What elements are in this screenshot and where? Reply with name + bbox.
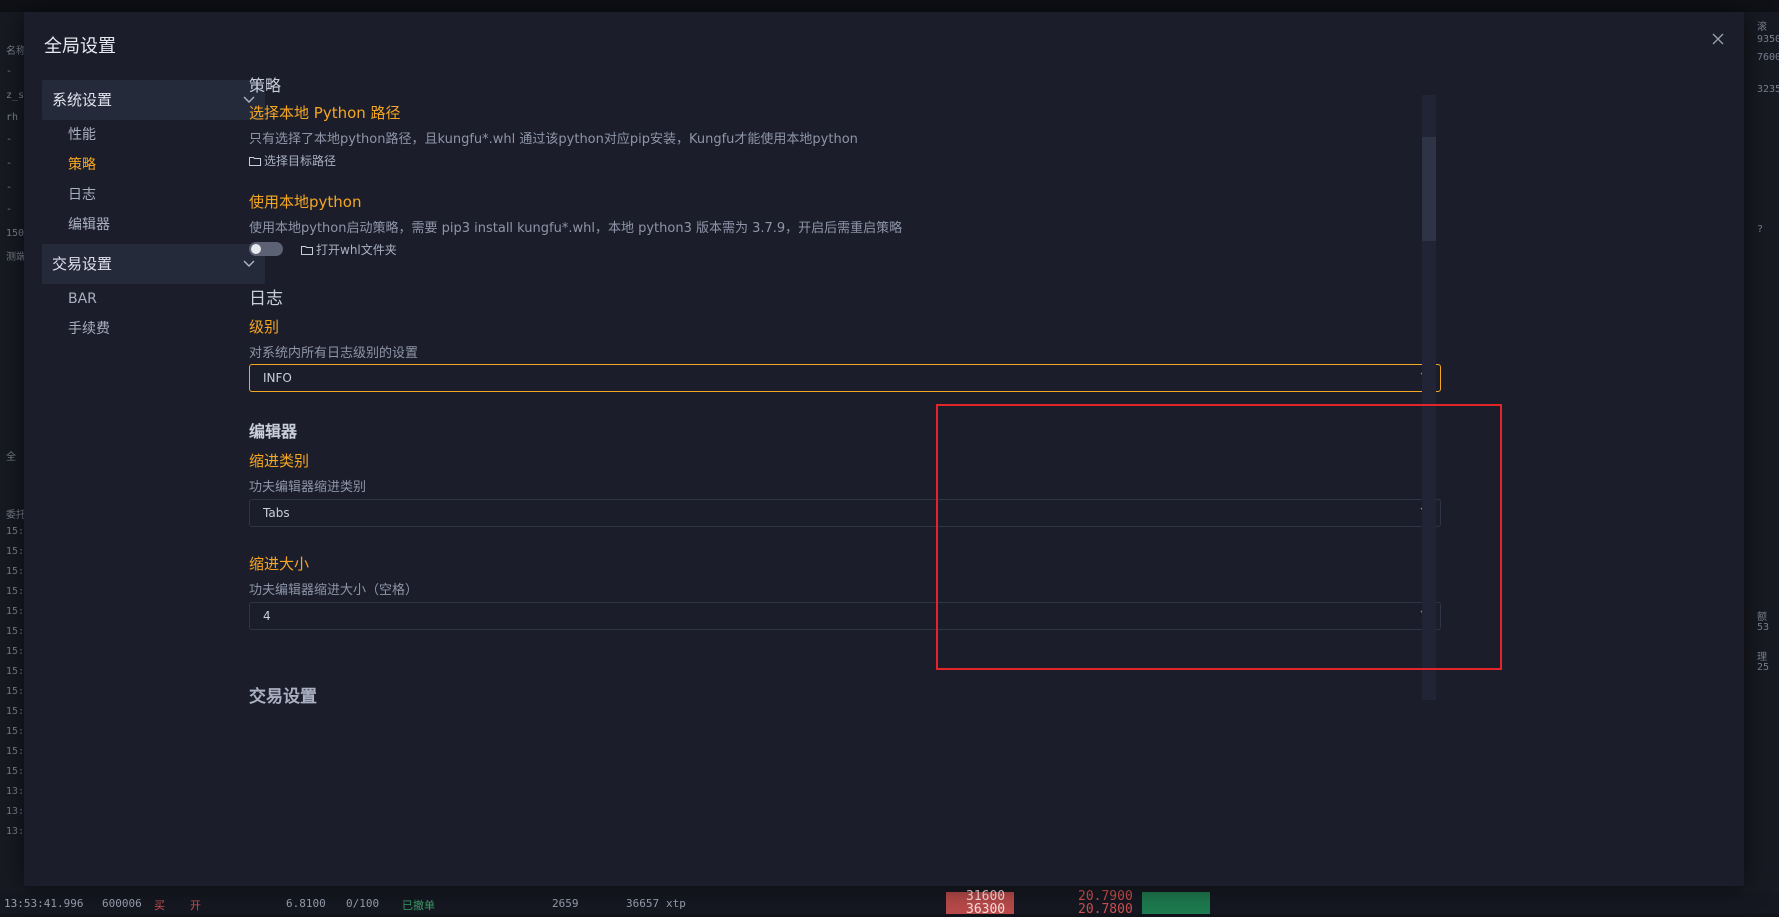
log-level-title: 级别	[249, 318, 280, 336]
use-local-python-desc: 使用本地python启动策略，需要 pip3 install kungfu*.w…	[249, 221, 903, 236]
indent-size-title: 缩进大小	[249, 555, 310, 573]
indent-type-value: Tabs	[263, 506, 290, 520]
bg-right-label: 53	[1757, 622, 1770, 633]
indent-type-desc: 功夫编辑器缩进类别	[249, 480, 367, 495]
bg-left-label: 全	[6, 452, 16, 463]
order-price: 6.8100	[286, 897, 326, 910]
content-scrollbar[interactable]	[1422, 95, 1436, 700]
bg-left-label: 名称	[6, 46, 26, 57]
order-col2: 36657	[626, 897, 660, 910]
bg-left-label: 委托	[6, 510, 26, 521]
order-source: xtp	[666, 897, 686, 910]
bg-left-label: 13:	[6, 826, 25, 837]
background-left-column: 名称 - z_s rh - - - - 150 测端 全 委托 15: 15: …	[0, 40, 26, 914]
bid-bar	[1142, 892, 1210, 914]
ask-values: 31600 36300	[966, 890, 1005, 916]
settings-content: 策略 选择本地 Python 路径 只有选择了本地python路径，且kungf…	[224, 68, 1454, 858]
log-level-value: INFO	[263, 371, 292, 385]
background-order-row: 13:53:41.996 600006 买 开 6.8100 0/100 已撤单…	[0, 892, 1779, 914]
bg-left-label: 15:	[6, 726, 25, 737]
log-level-select[interactable]: INFO	[249, 364, 1441, 392]
order-volume: 0/100	[346, 897, 380, 910]
order-status: 已撤单	[402, 899, 435, 912]
modal-title: 全局设置	[44, 36, 116, 57]
bg-left-label: 13:	[6, 786, 25, 797]
indent-type-title: 缩进类别	[249, 452, 310, 470]
use-local-python-title: 使用本地python	[249, 193, 362, 211]
bg-right-label: 76000	[1757, 52, 1779, 63]
python-path-desc: 只有选择了本地python路径，且kungfu*.whl 通过该python对应…	[249, 132, 858, 147]
bg-left-label: -	[6, 134, 13, 145]
bg-left-label: 13:	[6, 806, 25, 817]
section-title-log: 日志	[249, 289, 283, 309]
sidebar-group-label: 交易设置	[52, 255, 113, 273]
bg-left-label: 15:	[6, 546, 25, 557]
bg-left-label: z_s	[6, 90, 25, 101]
bg-left-label: 15:	[6, 746, 25, 757]
section-title-editor: 编辑器	[249, 422, 298, 441]
log-level-desc: 对系统内所有日志级别的设置	[249, 346, 419, 361]
bg-left-label: 15:	[6, 646, 25, 657]
bg-left-label: 15:	[6, 666, 25, 677]
indent-size-desc: 功夫编辑器缩进大小（空格）	[249, 583, 419, 598]
open-whl-folder-label: 打开whl文件夹	[316, 243, 397, 257]
bg-left-label: 测端	[6, 252, 26, 263]
bg-left-label: 15:	[6, 686, 25, 697]
order-col1: 2659	[552, 897, 579, 910]
modal-header: 全局设置	[24, 12, 1744, 68]
section-title-trade: 交易设置	[249, 687, 317, 707]
indent-size-value: 4	[263, 609, 271, 623]
bg-left-label: -	[6, 66, 13, 77]
use-local-python-toggle[interactable]	[249, 242, 283, 256]
order-time: 13:53:41.996	[4, 897, 84, 910]
ask-value: 36300	[966, 902, 1006, 917]
bg-left-label: 15:	[6, 626, 25, 637]
order-offset: 开	[190, 899, 201, 912]
scrollbar-thumb[interactable]	[1422, 137, 1436, 241]
bg-left-label: -	[6, 158, 13, 169]
help-icon[interactable]: ?	[1757, 224, 1763, 235]
bg-right-label: 理	[1757, 652, 1767, 663]
bg-left-label: rh	[6, 112, 19, 123]
bg-left-label: 150	[6, 228, 25, 239]
bg-left-label: 15:	[6, 566, 25, 577]
bid-values: 20.7900 20.7800	[1078, 890, 1133, 916]
bid-value: 20.7800	[1078, 902, 1133, 917]
bg-right-label: 32350	[1757, 84, 1779, 95]
choose-path-label: 选择目标路径	[264, 154, 337, 168]
section-title-strategy: 策略	[249, 76, 282, 95]
toggle-knob	[251, 244, 261, 254]
folder-icon	[301, 243, 316, 257]
choose-path-link[interactable]: 选择目标路径	[249, 152, 336, 169]
bg-right-label: 额	[1757, 612, 1767, 623]
indent-type-select[interactable]: Tabs	[249, 499, 1441, 527]
indent-size-select[interactable]: 4	[249, 602, 1441, 630]
bg-right-label: 93500	[1757, 34, 1779, 45]
bg-left-label: 15:	[6, 606, 25, 617]
python-path-title: 选择本地 Python 路径	[249, 104, 401, 122]
bg-left-label: -	[6, 182, 13, 193]
background-right-column: 滚 93500 76000 32350 ? 额 53 理 25	[1755, 12, 1779, 914]
bg-left-label: 15:	[6, 766, 25, 777]
order-code: 600006	[102, 897, 142, 910]
bg-left-label: -	[6, 204, 13, 215]
bg-left-label: 15:	[6, 586, 25, 597]
order-side: 买	[154, 899, 165, 912]
bg-right-label: 滚	[1757, 22, 1767, 33]
background-topbar	[0, 0, 1779, 12]
sidebar-group-label: 系统设置	[52, 91, 113, 109]
global-settings-modal: 全局设置 系统设置 性能 策略 日志 编辑器 交易设置 BAR 手续费 策略 选…	[24, 12, 1744, 886]
open-whl-folder-link[interactable]: 打开whl文件夹	[301, 241, 397, 258]
folder-icon	[249, 154, 264, 168]
bg-left-label: 15:	[6, 706, 25, 717]
bg-left-label: 15:	[6, 526, 25, 537]
close-icon[interactable]	[1708, 30, 1728, 50]
bg-right-label: 25	[1757, 662, 1770, 673]
